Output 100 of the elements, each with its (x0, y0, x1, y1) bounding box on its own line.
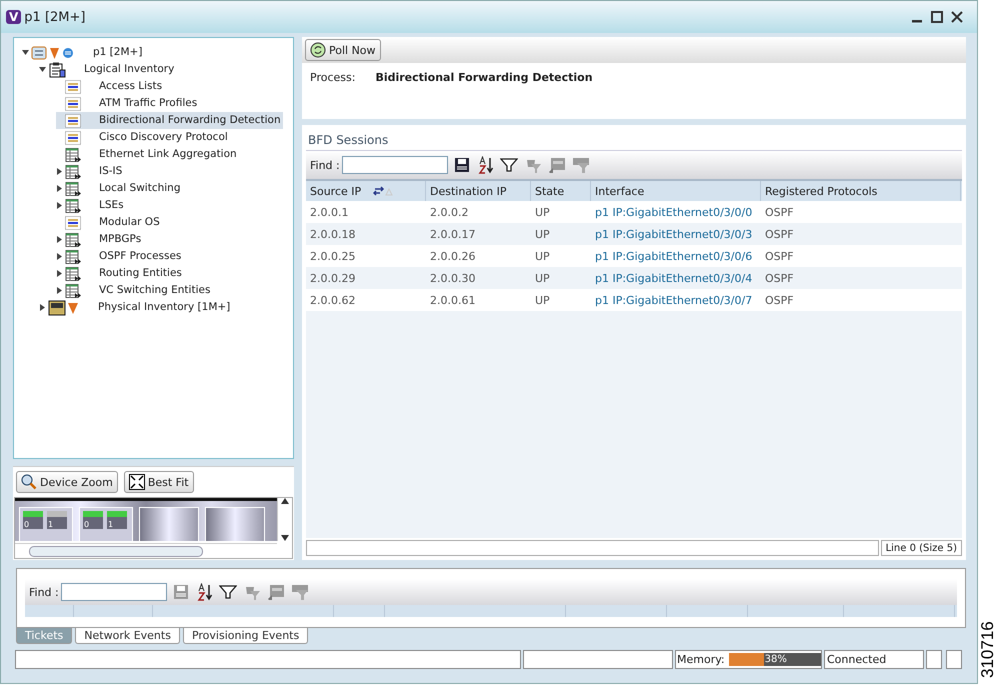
tree-item-label: Access Lists (99, 79, 162, 94)
device-zoom-button[interactable]: Device Zoom (16, 471, 118, 493)
router-icon (31, 46, 75, 60)
close-icon[interactable] (951, 11, 963, 23)
tree-item-label: ATM Traffic Profiles (99, 96, 198, 111)
connection-status: Connected (824, 650, 924, 669)
table-icon (65, 114, 81, 128)
best-fit-button[interactable]: Best Fit (124, 471, 194, 493)
table-icon (65, 96, 81, 110)
table-icon[interactable] (548, 157, 566, 173)
filter-table-icon[interactable] (572, 157, 590, 173)
tree-item[interactable]: ATM Traffic Profiles (56, 95, 200, 112)
filter-icon[interactable] (218, 585, 237, 599)
empty-slot (139, 507, 199, 541)
collapse-arrow-icon[interactable] (39, 66, 46, 73)
maximize-icon[interactable] (931, 11, 943, 23)
interface-link[interactable]: p1 IP:GigabitEthernet0/3/0/7 (591, 289, 761, 311)
interface-link[interactable]: p1 IP:GigabitEthernet0/3/0/3 (591, 223, 761, 245)
tree-item-label: LSEs (99, 198, 124, 213)
find-field[interactable] (60, 583, 167, 601)
window-title: p1 [2M+] (24, 10, 86, 24)
tree-item[interactable]: p1 [2M+] (22, 44, 144, 61)
tree-item[interactable]: Local Switching (56, 180, 183, 197)
poll-now-button[interactable]: Poll Now (305, 39, 381, 61)
tree-item[interactable]: Physical Inventory [1M+] (39, 299, 232, 316)
zoom-icon (21, 474, 37, 490)
table-icon[interactable] (266, 584, 285, 600)
expand-arrow-icon[interactable] (56, 253, 63, 260)
tree-item-label: Logical Inventory (84, 62, 174, 77)
table-cell-text: 2.0.0.1 (309, 204, 350, 220)
table-icon (65, 216, 81, 230)
fit-icon (128, 474, 145, 490)
interface-link[interactable]: p1 IP:GigabitEthernet0/3/0/4 (591, 267, 761, 289)
table-cell-text: OSPF (764, 226, 795, 242)
memory-label: Memory: (677, 653, 725, 666)
filter-table-icon[interactable] (290, 584, 309, 600)
sort-indicator-icon (373, 186, 394, 196)
save-icon[interactable] (454, 157, 472, 173)
vertical-scrollbar[interactable] (277, 498, 292, 541)
tree-item[interactable]: Bidirectional Forwarding Detection (56, 112, 283, 129)
table-cell-text: 2.0.0.17 (429, 226, 476, 242)
tree-item-label: MPBGPs (99, 232, 142, 247)
tree-item-label: OSPF Processes (99, 249, 182, 264)
filter-icon[interactable] (500, 158, 518, 172)
memory-reading: 38% (764, 653, 787, 666)
expand-arrow-icon[interactable] (56, 270, 63, 277)
tree-item[interactable]: Ethernet Link Aggregation (56, 146, 239, 163)
row-count: Line 0 (Size 5) (880, 540, 962, 556)
status-pane (946, 650, 962, 669)
tree-item-label: p1 [2M+] (93, 45, 142, 60)
sort-icon[interactable] (196, 583, 213, 601)
tree-item-label: Modular OS (99, 215, 160, 230)
tree-item[interactable]: OSPF Processes (56, 248, 184, 265)
tree-item-label: Physical Inventory [1M+] (98, 300, 230, 315)
table-cell-text: UP (534, 248, 551, 264)
tab[interactable]: Network Events (75, 628, 180, 644)
horizontal-scrollbar[interactable] (15, 543, 277, 558)
tree-item[interactable]: Routing Entities (56, 265, 184, 282)
table-cell-text: 2.0.0.2 (429, 204, 470, 220)
sort-icon[interactable] (478, 156, 494, 174)
table-cell-text: OSPF (764, 270, 795, 286)
interface-link[interactable]: p1 IP:GigabitEthernet0/3/0/6 (591, 245, 761, 267)
find-label: Find : (310, 158, 340, 172)
empty-slot (205, 507, 265, 541)
interface-link[interactable]: p1 IP:GigabitEthernet0/3/0/0 (591, 201, 761, 223)
expand-arrow-icon[interactable] (56, 202, 63, 209)
collapse-arrow-icon[interactable] (22, 49, 29, 56)
process-value: Bidirectional Forwarding Detection (375, 71, 593, 84)
port: 0 (23, 511, 43, 529)
tree-item[interactable]: VC Switching Entities (56, 282, 212, 299)
tree-item-label: VC Switching Entities (99, 283, 210, 298)
scroll-down-icon[interactable] (281, 535, 289, 541)
figure-number: 310716 (978, 620, 998, 680)
expand-arrow-icon[interactable] (56, 185, 63, 192)
tree-item[interactable]: MPBGPs (56, 231, 144, 248)
tree-item[interactable]: Logical Inventory (39, 61, 176, 78)
find-field[interactable] (342, 156, 448, 174)
clipboard-icon (48, 62, 66, 78)
expand-arrow-icon[interactable] (56, 168, 63, 175)
tree-item[interactable]: Modular OS (56, 214, 162, 231)
table-cell-text: 2.0.0.29 (309, 270, 356, 286)
tab[interactable]: Provisioning Events (182, 628, 308, 644)
table-cell-text: 2.0.0.62 (309, 292, 356, 308)
tree-item-label: Ethernet Link Aggregation (99, 147, 237, 162)
expand-arrow-icon[interactable] (56, 287, 63, 294)
expand-arrow-icon[interactable] (56, 236, 63, 243)
port: 1 (47, 511, 67, 529)
table-icon (65, 198, 81, 212)
tree-item[interactable]: LSEs (56, 197, 126, 214)
expand-arrow-icon[interactable] (39, 304, 46, 311)
tree-item-label: IS-IS (99, 164, 122, 179)
table-cell-text: UP (534, 292, 551, 308)
tree-item[interactable]: IS-IS (56, 163, 124, 180)
process-label: Process: (310, 71, 356, 84)
table-cell-text: 2.0.0.25 (309, 248, 356, 264)
tree-item[interactable]: Cisco Discovery Protocol (56, 129, 230, 146)
tree-item[interactable]: Access Lists (56, 78, 164, 95)
scroll-up-icon[interactable] (281, 498, 289, 504)
table-icon (65, 164, 81, 178)
table-icon (65, 250, 81, 264)
